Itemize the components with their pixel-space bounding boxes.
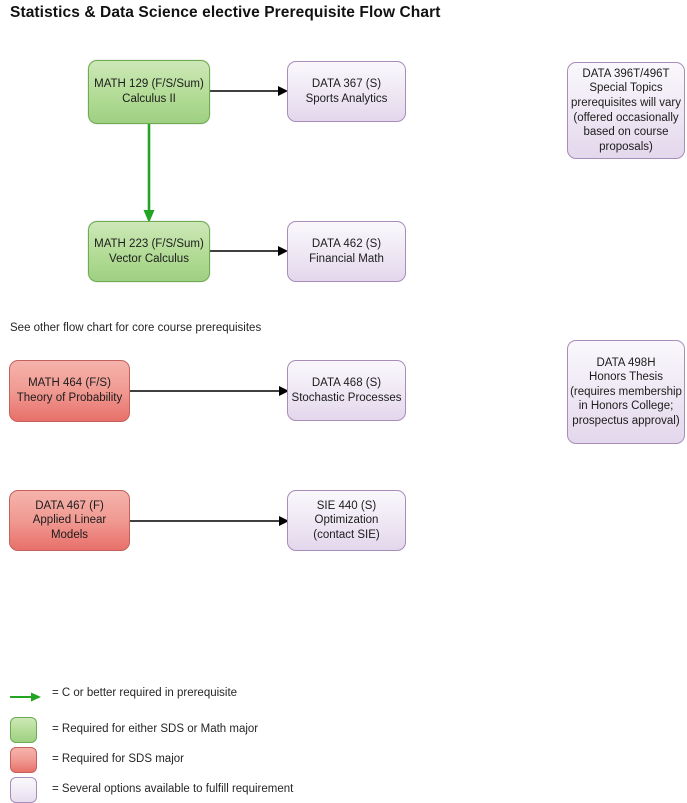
node-data-367[interactable]: DATA 367 (S) Sports Analytics bbox=[287, 61, 406, 122]
node-data-467[interactable]: DATA 467 (F) Applied Linear Models bbox=[9, 490, 130, 551]
legend-label-green-box: = Required for either SDS or Math major bbox=[52, 723, 259, 735]
node-data-467-line-3: Models bbox=[50, 528, 89, 541]
node-data-462-line-1: DATA 462 (S) bbox=[311, 237, 382, 250]
page-title: Statistics & Data Science elective Prere… bbox=[10, 4, 441, 21]
node-math-129-line-2: Calculus II bbox=[122, 93, 176, 105]
node-math-223[interactable]: MATH 223 (F/S/Sum) Vector Calculus bbox=[88, 221, 210, 282]
node-data-468-line-2: Stochastic Processes bbox=[291, 391, 402, 404]
edge-math129-to-math223-green bbox=[141, 120, 161, 224]
edge-math464-to-data468 bbox=[129, 382, 291, 400]
node-data-498h-line-1: DATA 498H bbox=[596, 356, 656, 369]
node-data-498h-line-5: prospectus approval) bbox=[572, 414, 680, 427]
note-core-course-prerequisites: See other flow chart for core course pre… bbox=[10, 322, 262, 334]
flow-chart-canvas: Statistics & Data Science elective Prere… bbox=[0, 0, 687, 803]
edge-data467-to-sie440 bbox=[129, 512, 291, 530]
node-data-396t-line-6: proposals) bbox=[599, 140, 653, 153]
edge-math223-to-data462 bbox=[208, 242, 290, 260]
node-data-396t-line-3: prerequisites will vary bbox=[571, 96, 681, 109]
edge-math129-to-data367 bbox=[208, 82, 290, 100]
node-data-467-line-2: Applied Linear bbox=[32, 514, 107, 527]
node-data-396t-line-2: Special Topics bbox=[589, 82, 663, 95]
node-data-367-line-1: DATA 367 (S) bbox=[311, 77, 382, 90]
node-data-467-line-1: DATA 467 (F) bbox=[35, 499, 104, 512]
node-math-223-line-2: Vector Calculus bbox=[109, 252, 189, 265]
node-math-223-line-1: MATH 223 (F/S/Sum) bbox=[94, 237, 204, 250]
legend-label-green-arrow: = C or better required in prerequisite bbox=[52, 687, 238, 699]
node-math-464[interactable]: MATH 464 (F/S) Theory of Probability bbox=[9, 360, 130, 422]
node-data-396t-line-5: based on course bbox=[583, 126, 669, 139]
node-data-468-line-1: DATA 468 (S) bbox=[311, 376, 382, 389]
node-data-468[interactable]: DATA 468 (S) Stochastic Processes bbox=[287, 360, 406, 421]
node-sie-440-line-3: (contact SIE) bbox=[313, 528, 380, 541]
node-sie-440[interactable]: SIE 440 (S) Optimization (contact SIE) bbox=[287, 490, 406, 551]
node-data-498h-line-2: Honors Thesis bbox=[589, 371, 663, 384]
node-data-367-line-2: Sports Analytics bbox=[305, 92, 388, 105]
node-math-129[interactable]: MATH 129 (F/S/Sum) Calculus II bbox=[88, 60, 210, 124]
node-math-464-line-2: Theory of Probability bbox=[16, 392, 123, 404]
node-data-396t-line-4: (offered occasionally bbox=[573, 111, 679, 124]
node-sie-440-line-1: SIE 440 (S) bbox=[316, 499, 377, 512]
node-data-462-line-2: Financial Math bbox=[309, 252, 384, 265]
purple-box-swatch-icon bbox=[10, 777, 37, 803]
node-math-464-line-1: MATH 464 (F/S) bbox=[28, 377, 111, 390]
red-box-swatch-icon bbox=[10, 747, 37, 773]
node-data-396t-496t[interactable]: DATA 396T/496T Special Topics prerequisi… bbox=[567, 62, 685, 159]
node-data-498h-line-3: (requires membership bbox=[570, 385, 682, 398]
node-data-462[interactable]: DATA 462 (S) Financial Math bbox=[287, 221, 406, 282]
node-data-396t-line-1: DATA 396T/496T bbox=[582, 67, 670, 80]
node-math-129-line-1: MATH 129 (F/S/Sum) bbox=[94, 78, 204, 91]
legend-label-red-box: = Required for SDS major bbox=[52, 753, 184, 765]
legend-label-purple-box: = Several options available to fulfill r… bbox=[52, 783, 294, 795]
green-arrow-icon bbox=[10, 690, 42, 704]
node-data-498h[interactable]: DATA 498H Honors Thesis (requires member… bbox=[567, 340, 685, 444]
node-sie-440-line-2: Optimization bbox=[314, 514, 379, 527]
node-data-498h-line-4: in Honors College; bbox=[578, 400, 674, 413]
green-box-swatch-icon bbox=[10, 717, 37, 743]
